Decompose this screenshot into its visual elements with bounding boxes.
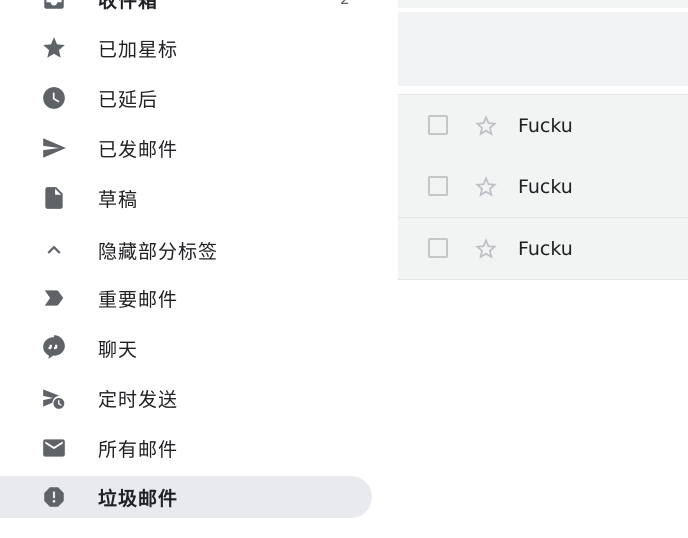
unread-count: 2 bbox=[340, 0, 350, 8]
sidebar-item-label: 垃圾邮件 bbox=[98, 487, 179, 510]
sidebar-item-scheduled[interactable]: 定时发送 bbox=[0, 377, 372, 419]
sidebar-item-spam[interactable]: 垃圾邮件 bbox=[0, 476, 372, 518]
chevron-up-icon bbox=[40, 236, 68, 264]
sidebar-item-label: 所有邮件 bbox=[98, 438, 179, 461]
email-row[interactable]: Fucku bbox=[398, 94, 688, 157]
sidebar-item-inbox[interactable]: 收件箱 2 bbox=[0, 0, 372, 20]
sidebar-item-label: 收件箱 bbox=[98, 0, 159, 12]
draft-icon bbox=[40, 184, 68, 212]
sidebar-item-label: 已加星标 bbox=[98, 38, 179, 61]
sidebar-item-label: 隐藏部分标签 bbox=[98, 240, 219, 263]
top-divider bbox=[398, 0, 688, 8]
sidebar-item-label: 重要邮件 bbox=[98, 288, 179, 311]
inbox-icon bbox=[40, 0, 68, 13]
sender-name: Fucku bbox=[518, 175, 573, 198]
sidebar-item-all-mail[interactable]: 所有邮件 bbox=[0, 427, 372, 469]
important-icon bbox=[40, 284, 68, 312]
sidebar-item-important[interactable]: 重要邮件 bbox=[0, 277, 372, 319]
sidebar-item-label: 已发邮件 bbox=[98, 138, 179, 161]
scheduled-send-icon bbox=[40, 384, 68, 412]
star-outline-icon[interactable] bbox=[473, 174, 499, 200]
sender-name: Fucku bbox=[518, 237, 573, 260]
star-icon bbox=[40, 34, 68, 62]
sidebar-item-less[interactable]: 隐藏部分标签 bbox=[0, 229, 372, 271]
sidebar-item-starred[interactable]: 已加星标 bbox=[0, 27, 372, 69]
send-icon bbox=[40, 134, 68, 162]
sidebar-item-label: 草稿 bbox=[98, 188, 139, 211]
sidebar-item-sent[interactable]: 已发邮件 bbox=[0, 127, 372, 169]
sidebar-item-label: 聊天 bbox=[98, 338, 139, 361]
clock-icon bbox=[40, 84, 68, 112]
message-list-panel: Fucku Fucku Fucku bbox=[398, 0, 688, 520]
chat-icon bbox=[40, 334, 68, 362]
email-row[interactable]: Fucku bbox=[398, 156, 688, 218]
star-outline-icon[interactable] bbox=[473, 236, 499, 262]
sidebar-item-chats[interactable]: 聊天 bbox=[0, 327, 372, 369]
list-toolbar-band bbox=[398, 12, 688, 86]
sidebar-item-drafts[interactable]: 草稿 bbox=[0, 177, 372, 219]
star-outline-icon[interactable] bbox=[473, 113, 499, 139]
row-checkbox[interactable] bbox=[428, 114, 448, 135]
spam-icon bbox=[40, 483, 68, 511]
sidebar-item-snoozed[interactable]: 已延后 bbox=[0, 77, 372, 119]
sender-name: Fucku bbox=[518, 114, 573, 137]
sidebar-item-label: 定时发送 bbox=[98, 388, 179, 411]
mail-icon bbox=[40, 434, 68, 462]
row-checkbox[interactable] bbox=[428, 175, 448, 196]
email-row[interactable]: Fucku bbox=[398, 218, 688, 280]
sidebar: 收件箱 2 已加星标 已延后 已发邮件 草稿 隐藏部分标签 bbox=[0, 0, 398, 538]
row-checkbox[interactable] bbox=[428, 237, 448, 258]
sidebar-item-label: 已延后 bbox=[98, 88, 159, 111]
